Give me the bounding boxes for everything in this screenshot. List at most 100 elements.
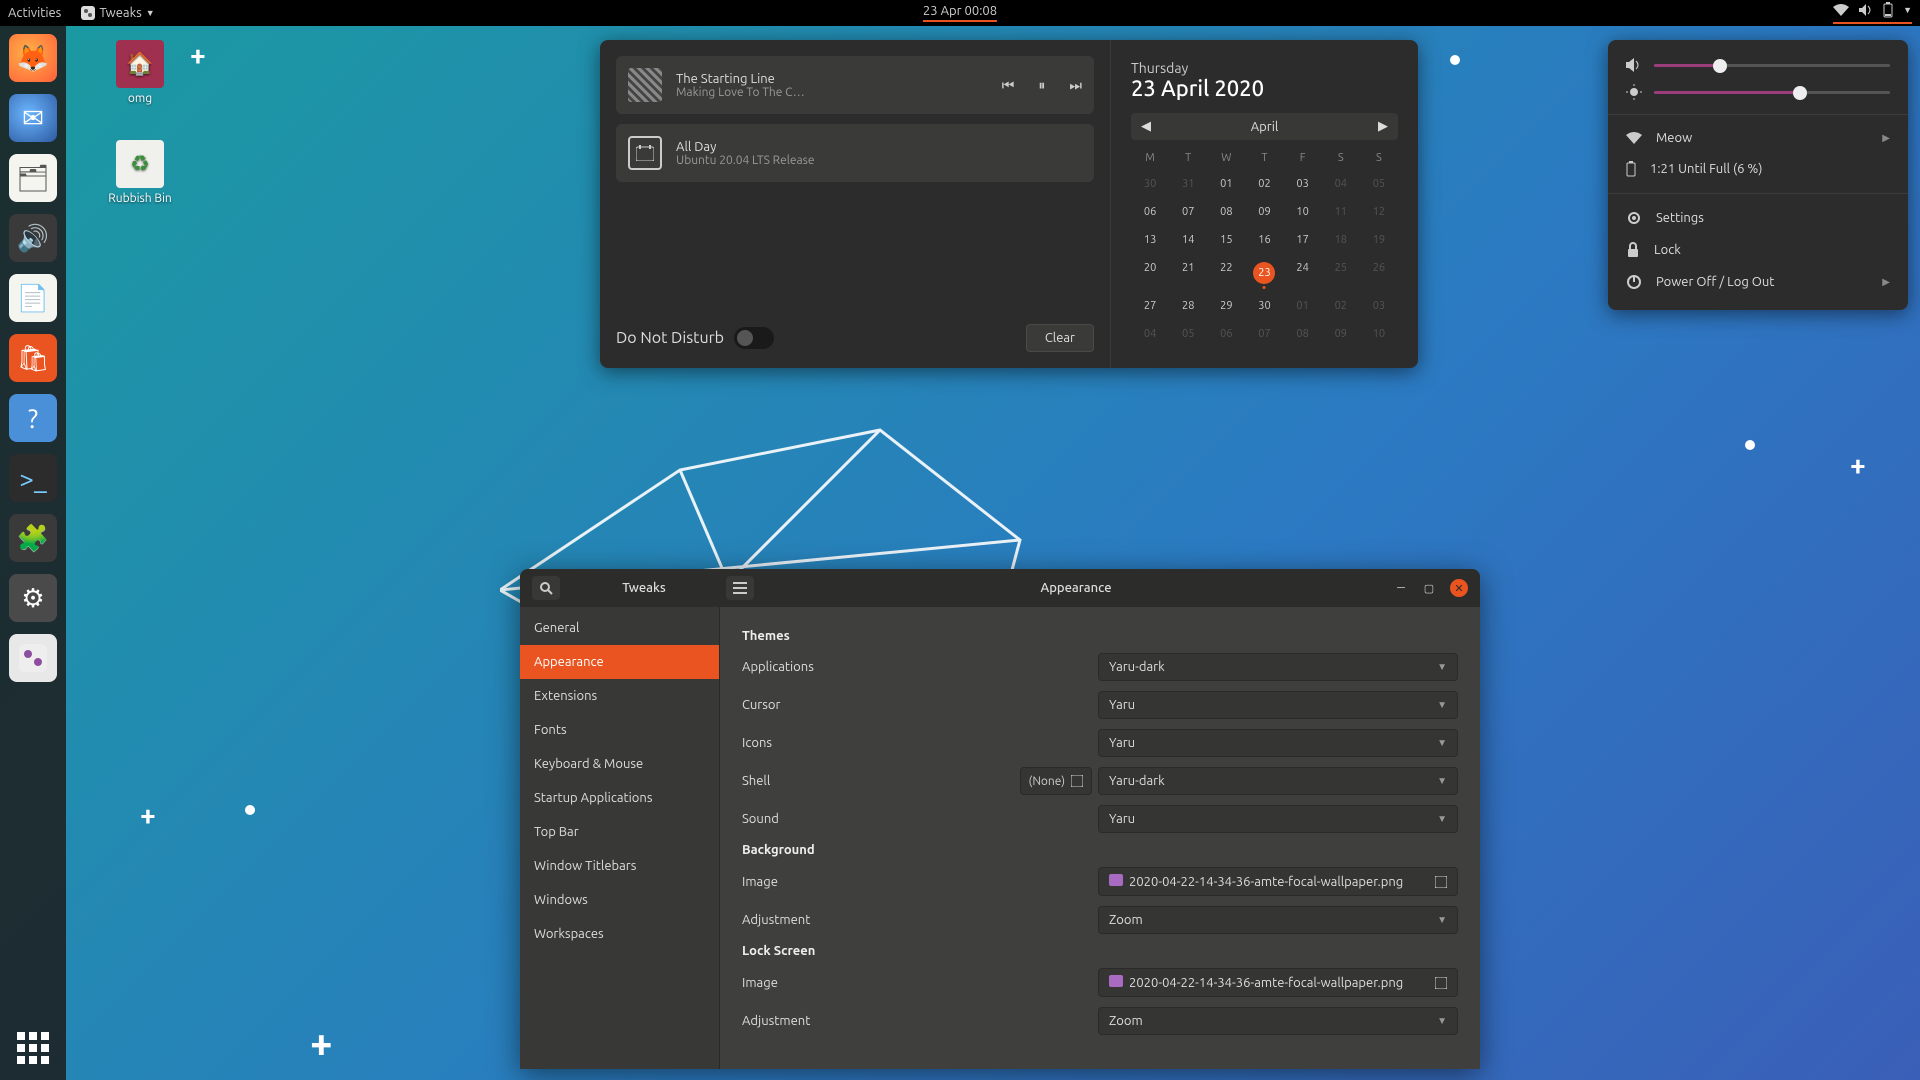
icons-combo[interactable]: Yaru▼ — [1098, 729, 1458, 757]
calendar-day[interactable]: 09 — [1322, 320, 1360, 348]
sidebar-item-top-bar[interactable]: Top Bar — [520, 815, 719, 849]
ls-adjust-combo[interactable]: Zoom▼ — [1098, 1007, 1458, 1035]
ls-image-chooser[interactable]: 2020-04-22-14-34-36-amte-focal-wallpaper… — [1098, 968, 1458, 997]
maximize-button[interactable]: ▢ — [1422, 581, 1436, 595]
sidebar-item-keyboard-mouse[interactable]: Keyboard & Mouse — [520, 747, 719, 781]
calendar-next-button[interactable]: ▶ — [1378, 119, 1388, 134]
calendar-day[interactable]: 20 — [1131, 254, 1169, 292]
sidebar-item-startup-applications[interactable]: Startup Applications — [520, 781, 719, 815]
calendar-day[interactable]: 05 — [1169, 320, 1207, 348]
dock-settings[interactable]: ⚙ — [9, 574, 57, 622]
calendar-day[interactable]: 17 — [1284, 226, 1322, 254]
calendar-day[interactable]: 02 — [1322, 292, 1360, 320]
bg-image-chooser[interactable]: 2020-04-22-14-34-36-amte-focal-wallpaper… — [1098, 867, 1458, 896]
volume-slider[interactable] — [1654, 64, 1890, 67]
search-button[interactable] — [532, 576, 560, 600]
minimize-button[interactable]: ─ — [1394, 581, 1408, 595]
calendar-day[interactable]: 06 — [1131, 198, 1169, 226]
calendar-day[interactable]: 07 — [1245, 320, 1283, 348]
calendar-day[interactable]: 24 — [1284, 254, 1322, 292]
battery-menu-item[interactable]: 1:21 Until Full (6 %) — [1608, 153, 1908, 185]
calendar-day[interactable]: 10 — [1284, 198, 1322, 226]
calendar-day[interactable]: 15 — [1207, 226, 1245, 254]
dock-show-apps[interactable] — [9, 1024, 57, 1072]
desktop-home-folder[interactable]: 🏠 omg — [100, 40, 180, 105]
desktop-trash[interactable]: ♻ Rubbish Bin — [100, 140, 180, 205]
dock-writer[interactable]: 📄 — [9, 274, 57, 322]
cursor-combo[interactable]: Yaru▼ — [1098, 691, 1458, 719]
shell-combo[interactable]: Yaru-dark▼ — [1098, 767, 1458, 795]
sidebar-item-general[interactable]: General — [520, 611, 719, 645]
calendar-day[interactable]: 23 — [1245, 254, 1283, 292]
sidebar-item-windows[interactable]: Windows — [520, 883, 719, 917]
dock-files[interactable]: 🗂 — [9, 154, 57, 202]
activities-button[interactable]: Activities — [8, 6, 61, 20]
shell-none-button[interactable]: (None) — [1020, 767, 1092, 795]
calendar-day[interactable]: 22 — [1207, 254, 1245, 292]
dnd-toggle[interactable] — [734, 327, 774, 349]
event-notification[interactable]: All Day Ubuntu 20.04 LTS Release — [616, 124, 1094, 182]
calendar-day[interactable]: 30 — [1245, 292, 1283, 320]
calendar-day[interactable]: 30 — [1131, 170, 1169, 198]
calendar-day[interactable]: 25 — [1322, 254, 1360, 292]
calendar-day[interactable]: 04 — [1131, 320, 1169, 348]
applications-combo[interactable]: Yaru-dark▼ — [1098, 653, 1458, 681]
sidebar-item-window-titlebars[interactable]: Window Titlebars — [520, 849, 719, 883]
dock-terminal[interactable]: >_ — [9, 454, 57, 502]
sidebar-item-fonts[interactable]: Fonts — [520, 713, 719, 747]
calendar-day[interactable]: 02 — [1245, 170, 1283, 198]
bg-adjust-combo[interactable]: Zoom▼ — [1098, 906, 1458, 934]
calendar-day[interactable]: 13 — [1131, 226, 1169, 254]
dock-rhythmbox[interactable]: 🔊 — [9, 214, 57, 262]
hamburger-button[interactable] — [726, 576, 754, 600]
calendar-day[interactable]: 18 — [1322, 226, 1360, 254]
dock-tweaks[interactable] — [9, 634, 57, 682]
calendar-day[interactable]: 08 — [1284, 320, 1322, 348]
media-next-button[interactable]: ⏭ — [1069, 77, 1082, 94]
power-menu-item[interactable]: Power Off / Log Out▶ — [1608, 266, 1908, 298]
app-menu[interactable]: Tweaks ▼ — [81, 6, 154, 20]
media-prev-button[interactable]: ⏮ — [1002, 77, 1015, 94]
media-notification[interactable]: The Starting Line Making Love To The C… … — [616, 56, 1094, 114]
calendar-day[interactable]: 12 — [1360, 198, 1398, 226]
dock-help[interactable]: ? — [9, 394, 57, 442]
calendar-day[interactable]: 28 — [1169, 292, 1207, 320]
calendar-day[interactable]: 07 — [1169, 198, 1207, 226]
calendar-day[interactable]: 01 — [1284, 292, 1322, 320]
calendar-day[interactable]: 21 — [1169, 254, 1207, 292]
media-pause-button[interactable]: ⏸ — [1038, 77, 1045, 94]
dock-firefox[interactable]: 🦊 — [9, 34, 57, 82]
calendar-day[interactable]: 27 — [1131, 292, 1169, 320]
calendar-day[interactable]: 29 — [1207, 292, 1245, 320]
calendar-day[interactable]: 08 — [1207, 198, 1245, 226]
brightness-slider[interactable] — [1654, 91, 1890, 94]
sidebar-item-appearance[interactable]: Appearance — [520, 645, 719, 679]
system-tray[interactable]: ▼ — [1833, 2, 1912, 24]
dock-thunderbird[interactable]: ✉ — [9, 94, 57, 142]
sound-combo[interactable]: Yaru▼ — [1098, 805, 1458, 833]
calendar-prev-button[interactable]: ◀ — [1141, 119, 1151, 134]
calendar-day[interactable]: 03 — [1360, 292, 1398, 320]
clock[interactable]: 23 Apr 00:08 — [923, 4, 997, 22]
calendar-day[interactable]: 09 — [1245, 198, 1283, 226]
calendar-day[interactable]: 01 — [1207, 170, 1245, 198]
calendar-day[interactable]: 11 — [1322, 198, 1360, 226]
lock-menu-item[interactable]: Lock — [1608, 234, 1908, 266]
calendar-day[interactable]: 26 — [1360, 254, 1398, 292]
close-button[interactable]: ✕ — [1450, 579, 1468, 597]
calendar-day[interactable]: 31 — [1169, 170, 1207, 198]
calendar-day[interactable]: 06 — [1207, 320, 1245, 348]
calendar-day[interactable]: 14 — [1169, 226, 1207, 254]
calendar-day[interactable]: 19 — [1360, 226, 1398, 254]
calendar-day[interactable]: 03 — [1284, 170, 1322, 198]
calendar-day[interactable]: 05 — [1360, 170, 1398, 198]
clear-notifications-button[interactable]: Clear — [1026, 324, 1094, 352]
dock-extensions[interactable]: 🧩 — [9, 514, 57, 562]
calendar-day[interactable]: 16 — [1245, 226, 1283, 254]
sidebar-item-workspaces[interactable]: Workspaces — [520, 917, 719, 951]
calendar-day[interactable]: 10 — [1360, 320, 1398, 348]
dock-software[interactable]: 🛍 — [9, 334, 57, 382]
sidebar-item-extensions[interactable]: Extensions — [520, 679, 719, 713]
calendar-day[interactable]: 04 — [1322, 170, 1360, 198]
settings-menu-item[interactable]: Settings — [1608, 202, 1908, 234]
